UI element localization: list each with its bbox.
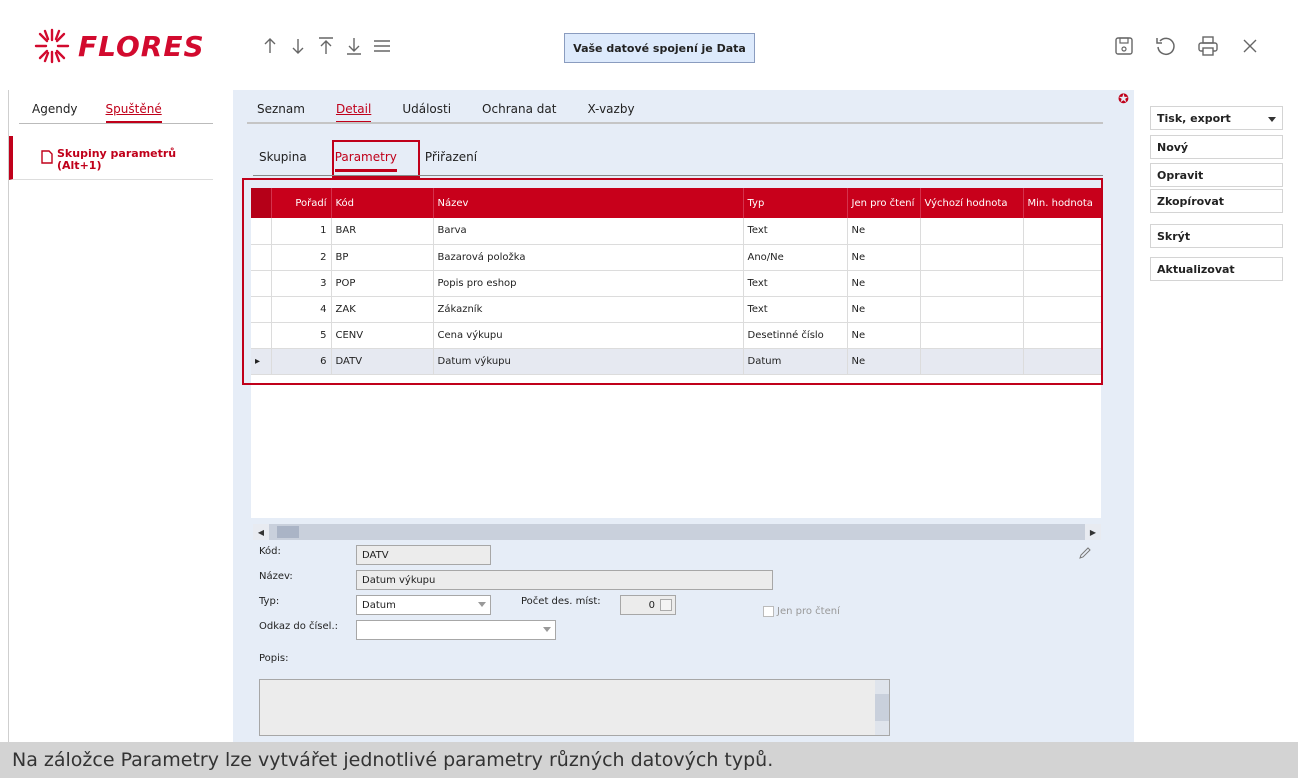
caption-text: Na záložce Parametry lze vytvářet jednot… [0,742,1298,778]
main-tabs: Seznam Detail Události Ochrana dat X-vaz… [257,102,635,124]
kod-label: Kód: [259,546,281,557]
tisk-export-button[interactable]: Tisk, export [1150,106,1283,130]
window-actions [1110,30,1264,62]
tab-skupina[interactable]: Skupina [259,150,307,172]
left-panel: Agendy Spuštěné Skupiny parametrů (Alt+1… [8,90,216,742]
zkopirovat-button[interactable]: Zkopírovat [1150,189,1283,213]
tab-spustene[interactable]: Spuštěné [105,102,162,124]
vertical-scrollbar[interactable] [875,680,889,735]
scroll-up-icon[interactable] [875,680,889,694]
nazev-label: Název: [259,571,293,582]
tab-x-vazby[interactable]: X-vazby [587,102,634,124]
document-icon [41,150,53,167]
popis-textarea[interactable] [259,679,890,736]
tab-seznam[interactable]: Seznam [257,102,305,124]
typ-label: Typ: [259,596,280,607]
calculator-icon[interactable] [660,599,672,611]
actions-panel: ✪ Tisk, export Nový Opravit Zkopírovat S… [1114,90,1298,742]
tab-agendy[interactable]: Agendy [32,102,78,124]
top-bar: FLORES Vaše datové spojení je Data [0,0,1298,90]
highlight-frame [332,140,420,178]
scroll-left-icon[interactable]: ◀ [253,524,269,540]
tab-udalosti[interactable]: Události [402,102,451,124]
detail-form: Kód: DATV Název: Datum výkupu Typ: Datum… [233,542,1114,742]
record-navigation [256,32,396,60]
scroll-thumb[interactable] [277,526,299,538]
left-tabs: Agendy Spuštěné [32,102,162,124]
novy-button[interactable]: Nový [1150,135,1283,159]
divider [247,122,1103,124]
typ-select[interactable]: Datum [356,595,491,615]
flores-burst-icon [34,28,70,64]
skryt-button[interactable]: Skrýt [1150,224,1283,248]
tab-ochrana-dat[interactable]: Ochrana dat [482,102,556,124]
opravit-button[interactable]: Opravit [1150,163,1283,187]
divider [253,175,1103,176]
typ-select-value: Datum [362,599,396,611]
pocet-value: 0 [648,599,655,611]
print-icon[interactable] [1194,30,1222,62]
sidebar-item-shortcut: (Alt+1) [57,159,102,172]
scroll-down-icon[interactable] [875,721,889,735]
odkaz-select[interactable] [356,620,556,640]
panel-gutter [1114,90,1134,742]
arrow-to-top-icon[interactable] [312,32,340,60]
pocet-stepper[interactable]: 0 [620,595,676,615]
chevron-down-icon [478,602,486,607]
connection-banner: Vaše datové spojení je Data [564,33,755,63]
spacer [213,90,233,742]
menu-icon[interactable] [368,32,396,60]
horizontal-scrollbar[interactable]: ◀ ▶ [253,524,1101,540]
arrow-down-icon[interactable] [284,32,312,60]
pocet-label: Počet des. míst: [521,596,601,607]
pin-icon[interactable]: ✪ [1118,92,1129,107]
aktualizovat-button[interactable]: Aktualizovat [1150,257,1283,281]
tab-prirazeni[interactable]: Přiřazení [425,150,477,172]
close-icon[interactable] [1236,30,1264,62]
tab-detail[interactable]: Detail [335,102,372,124]
scroll-right-icon[interactable]: ▶ [1085,524,1101,540]
sidebar-item-skupiny-parametru[interactable]: Skupiny parametrů (Alt+1) [9,136,214,180]
popis-label: Popis: [259,653,289,664]
sidebar-item-label: Skupiny parametrů (Alt+1) [57,148,177,172]
edit-icon[interactable] [1078,546,1092,563]
divider [19,123,216,124]
arrow-to-bottom-icon[interactable] [340,32,368,60]
chevron-down-icon [543,627,551,632]
tisk-export-label: Tisk, export [1157,111,1231,125]
odkaz-label: Odkaz do čísel.: [259,621,338,632]
kod-field[interactable]: DATV [356,545,491,565]
arrow-up-icon[interactable] [256,32,284,60]
flores-logo: FLORES [32,26,205,66]
grid-highlight-frame [242,178,1103,385]
checkbox-box [763,606,774,617]
chevron-down-icon [1268,117,1276,122]
save-icon[interactable] [1110,30,1138,62]
jen-pro-cteni-checkbox[interactable]: Jen pro čtení [763,606,840,617]
logo-text: FLORES [78,29,205,63]
nazev-field[interactable]: Datum výkupu [356,570,773,590]
jen-pro-cteni-label: Jen pro čtení [777,606,840,617]
refresh-icon[interactable] [1152,30,1180,62]
